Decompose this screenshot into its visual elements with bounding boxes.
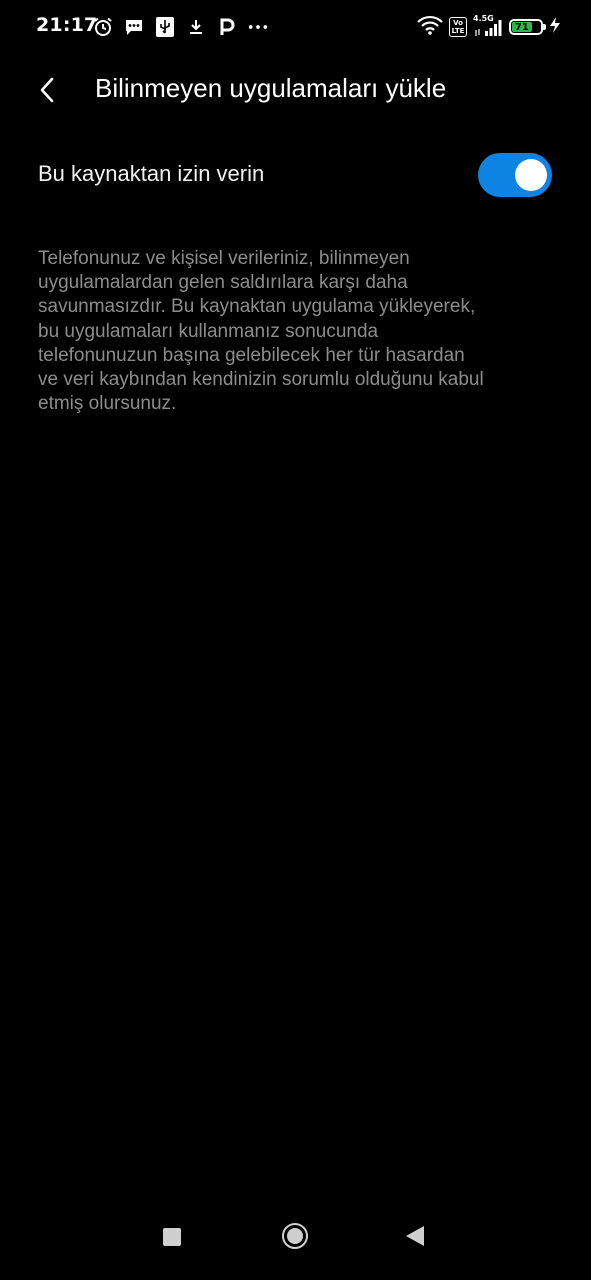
allow-from-source-label: Bu kaynaktan izin verin: [38, 161, 265, 186]
allow-from-source-row[interactable]: Bu kaynaktan izin verin: [0, 140, 591, 212]
battery-level: 71: [512, 22, 532, 33]
back-triangle-icon[interactable]: [406, 1226, 424, 1246]
charging-icon: [549, 16, 561, 38]
header: Bilinmeyen uygulamaları yükle: [0, 56, 591, 122]
status-left-icons: [92, 14, 269, 40]
message-icon: [123, 16, 145, 38]
volte-icon: Vo LTE: [449, 17, 467, 37]
status-bar: 21:17 Vo LTE 4.5G 71: [0, 0, 591, 56]
toggle-knob: [515, 159, 547, 191]
battery-icon: 71: [509, 19, 546, 35]
recents-square-icon[interactable]: [163, 1228, 181, 1246]
back-button[interactable]: [28, 70, 68, 110]
warning-description: Telefonunuz ve kişisel verileriniz, bili…: [38, 248, 484, 415]
status-time: 21:17: [36, 14, 98, 36]
status-right-icons: Vo LTE 4.5G 71: [417, 14, 561, 40]
alarm-icon: [92, 16, 114, 38]
navigation-bar: [0, 1200, 591, 1280]
more-dots-icon: [247, 16, 269, 38]
wifi-icon: [417, 15, 443, 39]
allow-from-source-toggle[interactable]: [478, 153, 552, 197]
page-title: Bilinmeyen uygulamaları yükle: [95, 73, 447, 103]
home-circle-inner: [287, 1228, 303, 1244]
battery-tip: [543, 24, 546, 30]
parking-icon: [216, 16, 238, 38]
chevron-left-icon: [40, 77, 54, 103]
signal-icon: 4.5G: [473, 14, 503, 38]
usb-icon: [154, 16, 176, 38]
home-circle-icon[interactable]: [282, 1223, 308, 1249]
download-icon: [185, 16, 207, 38]
